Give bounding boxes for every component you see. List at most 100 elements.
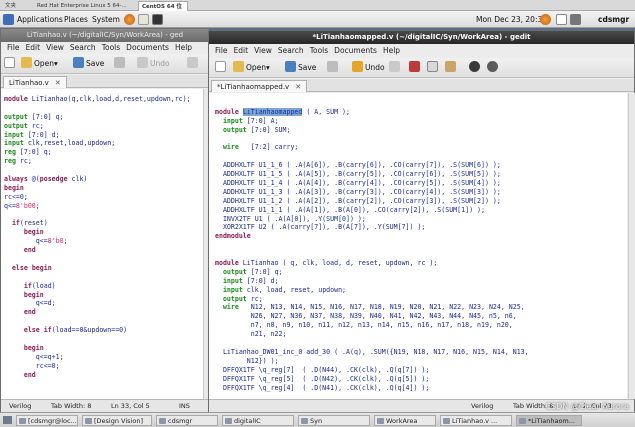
- menu-file[interactable]: File: [215, 46, 228, 55]
- tab-litianhaomapped[interactable]: *LiTianhaomapped.v ✕: [211, 80, 308, 92]
- task-terminal[interactable]: [cdsmgr@loc...: [16, 415, 78, 426]
- menu-search[interactable]: Search: [70, 43, 96, 52]
- right-gedit-window: *LiTianhaomapped.v (~/digitalIC/Syn/Work…: [208, 30, 635, 412]
- save-icon: [285, 61, 296, 72]
- update-icon[interactable]: [540, 14, 551, 25]
- task-cdsmgr[interactable]: cdsmgr: [156, 415, 218, 426]
- code-line: wire [7:2] carry;: [222, 143, 299, 152]
- places-menu[interactable]: Places: [64, 11, 88, 28]
- redo-button[interactable]: [187, 57, 200, 71]
- code-line: output rc;: [4, 121, 44, 130]
- copy-button[interactable]: [427, 61, 440, 75]
- code-line: module LiTianhaomapped ( A, SUM );: [215, 107, 350, 116]
- undo-label: Undo: [150, 59, 170, 68]
- menu-tools[interactable]: Tools: [310, 46, 328, 55]
- left-editor[interactable]: module LiTianhao(q,clk,load,d,reset,updo…: [1, 89, 203, 399]
- task-workarea[interactable]: WorkArea: [374, 415, 436, 426]
- new-button[interactable]: [215, 61, 228, 75]
- selected-text: LiTianhaomapped: [242, 107, 303, 116]
- task-digitalic[interactable]: digitalIC: [222, 415, 294, 426]
- code-line: output [7:0] q;: [222, 267, 283, 276]
- show-desktop-icon[interactable]: [3, 416, 12, 424]
- code-line: q<=q+1;: [4, 352, 64, 361]
- code-line: output [7:0] q;: [4, 112, 64, 121]
- user-name[interactable]: cdsmgr: [598, 11, 629, 28]
- menu-edit[interactable]: Edit: [26, 43, 41, 52]
- vm-tab-2[interactable]: CentOS 64 位: [138, 1, 188, 11]
- volume-icon[interactable]: [570, 14, 581, 25]
- save-button[interactable]: Save: [73, 57, 104, 71]
- menu-view[interactable]: View: [46, 43, 64, 52]
- task-litianhaomapped[interactable]: *LiTianhaom...: [516, 415, 582, 426]
- code-line: end: [23, 308, 36, 317]
- tab-label: LiTianhao.v: [9, 79, 49, 87]
- menu-edit[interactable]: Edit: [234, 46, 249, 55]
- left-window-title[interactable]: LiTianhao.v (~/digitalIC/Syn/WorkArea) -…: [1, 29, 209, 42]
- menu-view[interactable]: View: [254, 46, 272, 55]
- tab-litianhao[interactable]: LiTianhao.v ✕: [3, 76, 67, 88]
- menu-help[interactable]: Help: [175, 43, 192, 52]
- close-icon[interactable]: ✕: [295, 83, 301, 91]
- code-line: reg [7:0] q;: [4, 148, 52, 157]
- code-line: wire N12, N13, N14, N15, N16, N17, N18, …: [222, 303, 525, 312]
- code-line: input clk,reset,load,updown;: [4, 139, 116, 148]
- vm-tab-1[interactable]: Red Hat Enterprise Linux 5 64-...: [34, 1, 132, 11]
- terminal-icon[interactable]: [152, 14, 163, 25]
- find-icon: [469, 61, 480, 72]
- right-editor[interactable]: module LiTianhaomapped ( A, SUM ); input…: [209, 93, 627, 399]
- right-scrollbar[interactable]: [628, 93, 635, 399]
- new-file-icon: [4, 57, 15, 68]
- code-line: if(reset): [11, 219, 48, 228]
- vm-tab-0[interactable]: 文夹: [2, 1, 24, 11]
- network-icon[interactable]: [556, 14, 567, 25]
- applications-menu[interactable]: Applications: [17, 11, 63, 28]
- menu-tools[interactable]: Tools: [102, 43, 120, 52]
- right-window-title[interactable]: *LiTianhaomapped.v (~/digitalIC/Syn/Work…: [209, 31, 634, 44]
- task-syn[interactable]: Syn: [298, 415, 370, 426]
- menu-documents[interactable]: Documents: [126, 43, 169, 52]
- paste-icon: [445, 61, 456, 72]
- find-button[interactable]: [469, 61, 482, 75]
- menu-file[interactable]: File: [7, 43, 20, 52]
- cut-button[interactable]: [409, 61, 422, 75]
- firefox-icon[interactable]: [124, 14, 135, 25]
- undo-button[interactable]: Undo: [352, 61, 385, 75]
- print-button[interactable]: [114, 57, 127, 71]
- open-button[interactable]: Open▾: [21, 57, 58, 71]
- system-menu[interactable]: System: [92, 11, 120, 28]
- code-line: INVX2TF U1 ( .A(A[0]), .Y(SUM[0]) );: [215, 214, 366, 223]
- menu-search[interactable]: Search: [278, 46, 304, 55]
- vm-tab-strip: 文夹 Red Hat Enterprise Linux 5 64-... Cen…: [0, 0, 635, 11]
- code-line: input clk, load, reset, updown;: [222, 285, 347, 294]
- task-litianhao[interactable]: LiTianhao.v ...: [440, 415, 512, 426]
- open-label: Open: [246, 63, 267, 72]
- notes-icon[interactable]: [138, 14, 149, 25]
- code-line: module LiTianhao ( q, clk, load, d, rese…: [215, 259, 438, 268]
- code-line: endmodule: [215, 232, 251, 241]
- open-button[interactable]: Open▾: [233, 61, 270, 75]
- close-icon[interactable]: ✕: [55, 79, 61, 87]
- save-button[interactable]: Save: [285, 61, 316, 75]
- menu-help[interactable]: Help: [383, 46, 400, 55]
- code-line: ADDHXLTF U1_1_2 ( .A(A[2]), .B(carry[2])…: [215, 196, 501, 205]
- code-line: N26, N27, N36, N37, N38, N39, N40, N41, …: [215, 312, 517, 321]
- code-line: if(load): [23, 281, 56, 290]
- new-button[interactable]: [4, 57, 17, 71]
- print-button[interactable]: [327, 61, 340, 75]
- menu-documents[interactable]: Documents: [334, 46, 377, 55]
- replace-button[interactable]: [487, 61, 500, 75]
- code-line: DFFQX1TF \q_reg[4] ( .D(N41), .CK(clk), …: [215, 383, 430, 392]
- right-toolbar: Open▾ Save Undo: [209, 58, 634, 78]
- task-design-vision[interactable]: [Design Vision]: [82, 415, 152, 426]
- redo-button[interactable]: [389, 61, 402, 75]
- code-line: ADDHXLTF U1_1_4 ( .A(A[4]), .B(carry[4])…: [215, 179, 501, 188]
- clock[interactable]: Mon Dec 23, 20:33: [476, 11, 547, 28]
- code-line: XOR2X1TF U2 ( .A(carry[7]), .B(A[7]), .Y…: [215, 223, 426, 232]
- applications-icon[interactable]: [3, 14, 14, 25]
- paste-button[interactable]: [445, 61, 458, 75]
- undo-button[interactable]: Undo: [137, 57, 170, 71]
- code-line: always @(posedge clk): [4, 175, 88, 184]
